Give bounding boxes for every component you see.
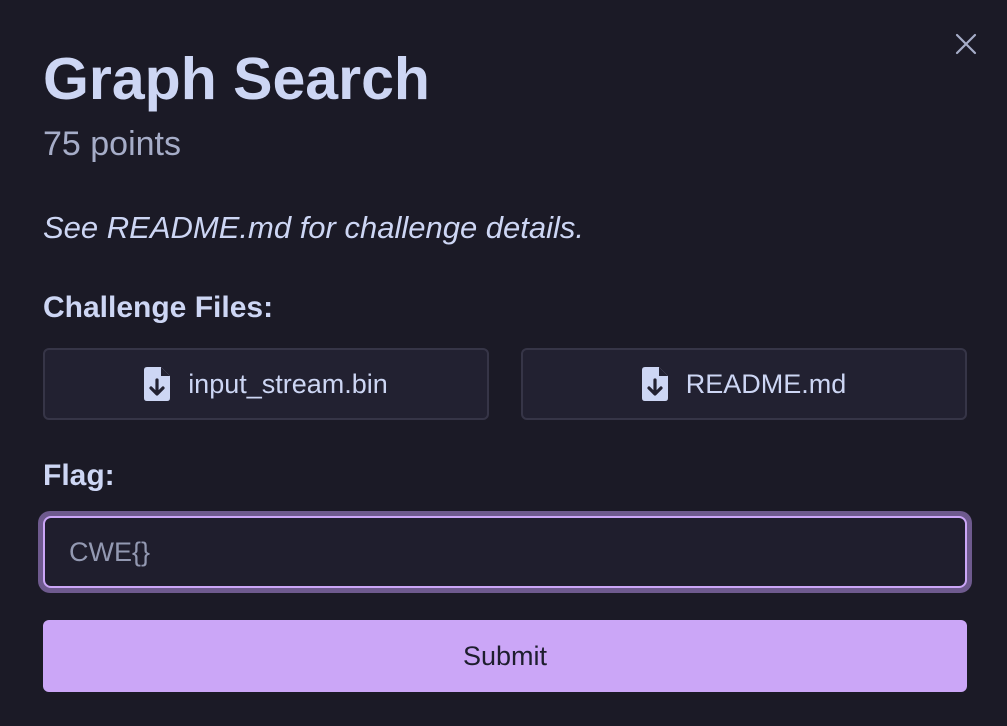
challenge-modal: Graph Search 75 points See README.md for… (0, 0, 1007, 726)
challenge-points: 75 points (43, 125, 181, 163)
challenge-files-label: Challenge Files: (43, 291, 274, 324)
file-download-button-input-stream[interactable]: input_stream.bin (43, 348, 489, 420)
close-icon (955, 33, 977, 55)
challenge-description: See README.md for challenge details. (43, 210, 585, 245)
challenge-title: Graph Search (43, 46, 430, 112)
flag-input-focus-ring (38, 511, 972, 593)
file-download-icon (641, 367, 668, 401)
file-download-icon (144, 367, 171, 401)
file-name: README.md (685, 368, 847, 399)
close-button[interactable] (954, 32, 978, 56)
flag-label: Flag: (43, 459, 115, 492)
file-download-button-readme[interactable]: README.md (521, 348, 967, 420)
flag-input[interactable] (43, 516, 967, 588)
submit-button[interactable]: Submit (43, 620, 967, 692)
file-name: input_stream.bin (188, 368, 388, 399)
